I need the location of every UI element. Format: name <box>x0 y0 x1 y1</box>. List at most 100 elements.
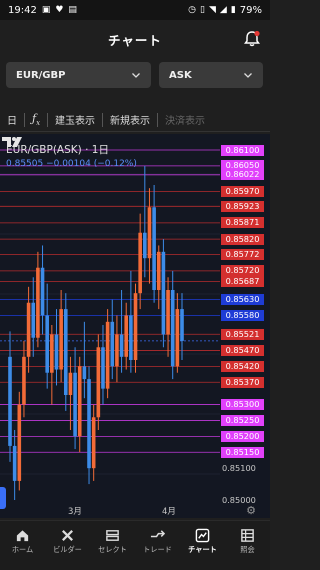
price-axis-label: 0.85250 <box>221 414 264 426</box>
nav-trade[interactable]: トレード <box>135 521 180 562</box>
nav-builder[interactable]: ビルダー <box>45 521 90 562</box>
select-icon <box>106 530 119 541</box>
candle-body <box>105 321 110 389</box>
timeframe-button[interactable]: 日 <box>0 112 24 128</box>
home-icon <box>16 530 29 542</box>
currency-pair-select[interactable]: EUR/GBP <box>6 62 151 88</box>
page-title: チャート <box>108 32 162 48</box>
message-icon: ▤ <box>68 4 77 15</box>
position-display-button[interactable]: 建玉表示 <box>48 112 102 128</box>
fx-icon: ƒx <box>32 111 41 128</box>
chevron-down-icon <box>132 73 140 78</box>
indicator-button[interactable]: ƒx <box>25 112 47 128</box>
candle-body <box>96 347 101 418</box>
candle-body <box>50 334 54 373</box>
price-axis-label: 0.85200 <box>221 430 264 442</box>
nav-builder-label: ビルダー <box>53 545 82 554</box>
timeframe-label: 日 <box>7 116 17 127</box>
price-axis-label: 0.85521 <box>221 328 264 340</box>
candle-body <box>82 366 87 380</box>
candle-body <box>170 290 175 367</box>
battery-percent: 79% <box>239 4 262 16</box>
price-axis-label: 0.85871 <box>221 217 264 229</box>
heart-icon: ♥ <box>55 4 64 15</box>
nav-home[interactable]: ホーム <box>0 521 45 562</box>
price-axis-label: 0.85923 <box>221 200 264 212</box>
chart-drawer-handle[interactable] <box>0 487 6 509</box>
nav-inquiry[interactable]: 照会 <box>225 521 270 562</box>
tools-icon <box>62 530 73 541</box>
price-axis-label: 0.85720 <box>221 265 264 277</box>
status-bar: 19:42 ▣ ♥ ▤ ◷ ▯ ◥ ◢ ▮ 79% <box>0 0 270 20</box>
settlement-display-label: 決済表示 <box>165 116 206 127</box>
nav-select-label: セレクト <box>98 545 127 554</box>
candle-body <box>31 302 36 338</box>
price-axis-label: 0.85687 <box>221 275 264 287</box>
price-axis-label: 0.85970 <box>221 185 264 197</box>
price-axis-label: 0.85580 <box>221 309 264 321</box>
settlement-display-button[interactable]: 決済表示 <box>158 112 212 128</box>
candle-body <box>180 309 184 341</box>
inquiry-icon <box>241 529 254 542</box>
nav-trade-label: トレード <box>143 545 172 554</box>
candle-body <box>143 232 147 259</box>
chart-settings-gear-icon[interactable]: ⚙ <box>246 504 256 517</box>
candle-body <box>45 315 49 373</box>
nav-home-label: ホーム <box>11 545 34 554</box>
price-axis-label: 0.85630 <box>221 294 264 306</box>
alarm-icon: ◷ <box>188 4 197 15</box>
candle-body <box>77 366 82 437</box>
price-axis-label: 0.85300 <box>221 399 264 411</box>
candle-body <box>26 302 31 357</box>
candle-body <box>54 334 59 370</box>
chart-icon <box>195 528 210 543</box>
nav-chart[interactable]: チャート <box>180 521 225 562</box>
nav-inquiry-label: 照会 <box>240 545 255 554</box>
candle-body <box>124 315 129 357</box>
position-display-label: 建玉表示 <box>55 116 96 127</box>
vibrate-icon: ▯ <box>200 4 205 15</box>
new-order-display-label: 新規表示 <box>110 116 151 127</box>
candle-body <box>12 445 17 481</box>
candle-body <box>40 267 45 316</box>
bid-ask-select[interactable]: ASK <box>159 62 263 88</box>
chart-toolbar: 日 ƒx 建玉表示 新規表示 決済表示 <box>0 108 270 132</box>
candle-body <box>63 309 68 395</box>
tradingview-logo <box>2 137 22 147</box>
bottom-navigation: ホーム ビルダー セレクト トレード チャート 照会 <box>0 520 270 562</box>
notification-icon: ▣ <box>41 4 51 15</box>
candle-body <box>68 372 73 395</box>
candle-body <box>138 232 142 294</box>
candle-body <box>161 251 166 335</box>
x-axis-label-march: 3月 <box>68 507 82 517</box>
chevron-down-icon <box>244 73 252 78</box>
signal-icon: ◢ <box>219 4 227 15</box>
bell-icon[interactable] <box>242 29 262 49</box>
nav-select[interactable]: セレクト <box>90 521 135 562</box>
candle-body <box>8 356 12 446</box>
candle-body <box>22 356 26 405</box>
candle-body <box>73 372 77 437</box>
wifi-icon: ◥ <box>208 4 216 15</box>
candle-body <box>119 334 124 357</box>
trade-icon <box>150 530 165 538</box>
candle-body <box>36 267 40 338</box>
candle-body <box>129 315 133 360</box>
nav-chart-label: チャート <box>188 545 217 554</box>
price-axis-tick: 0.85100 <box>222 463 256 474</box>
price-axis-label: 0.86022 <box>221 169 264 181</box>
candle-body <box>91 417 96 469</box>
price-axis-label: 0.85820 <box>221 233 264 245</box>
new-order-display-button[interactable]: 新規表示 <box>103 112 157 128</box>
candle-body <box>147 207 152 259</box>
candle-body <box>110 321 115 367</box>
candle-body <box>133 293 138 360</box>
price-axis-label: 0.85772 <box>221 248 264 260</box>
candle-body <box>59 309 63 370</box>
bid-ask-value: ASK <box>169 69 192 81</box>
candle-body <box>101 347 105 389</box>
price-axis-label: 0.85470 <box>221 344 264 356</box>
candle-body <box>87 379 91 469</box>
currency-pair-value: EUR/GBP <box>16 69 66 81</box>
chart-legend-values: 0.85505 −0.00104 (−0.12%) <box>6 159 137 169</box>
